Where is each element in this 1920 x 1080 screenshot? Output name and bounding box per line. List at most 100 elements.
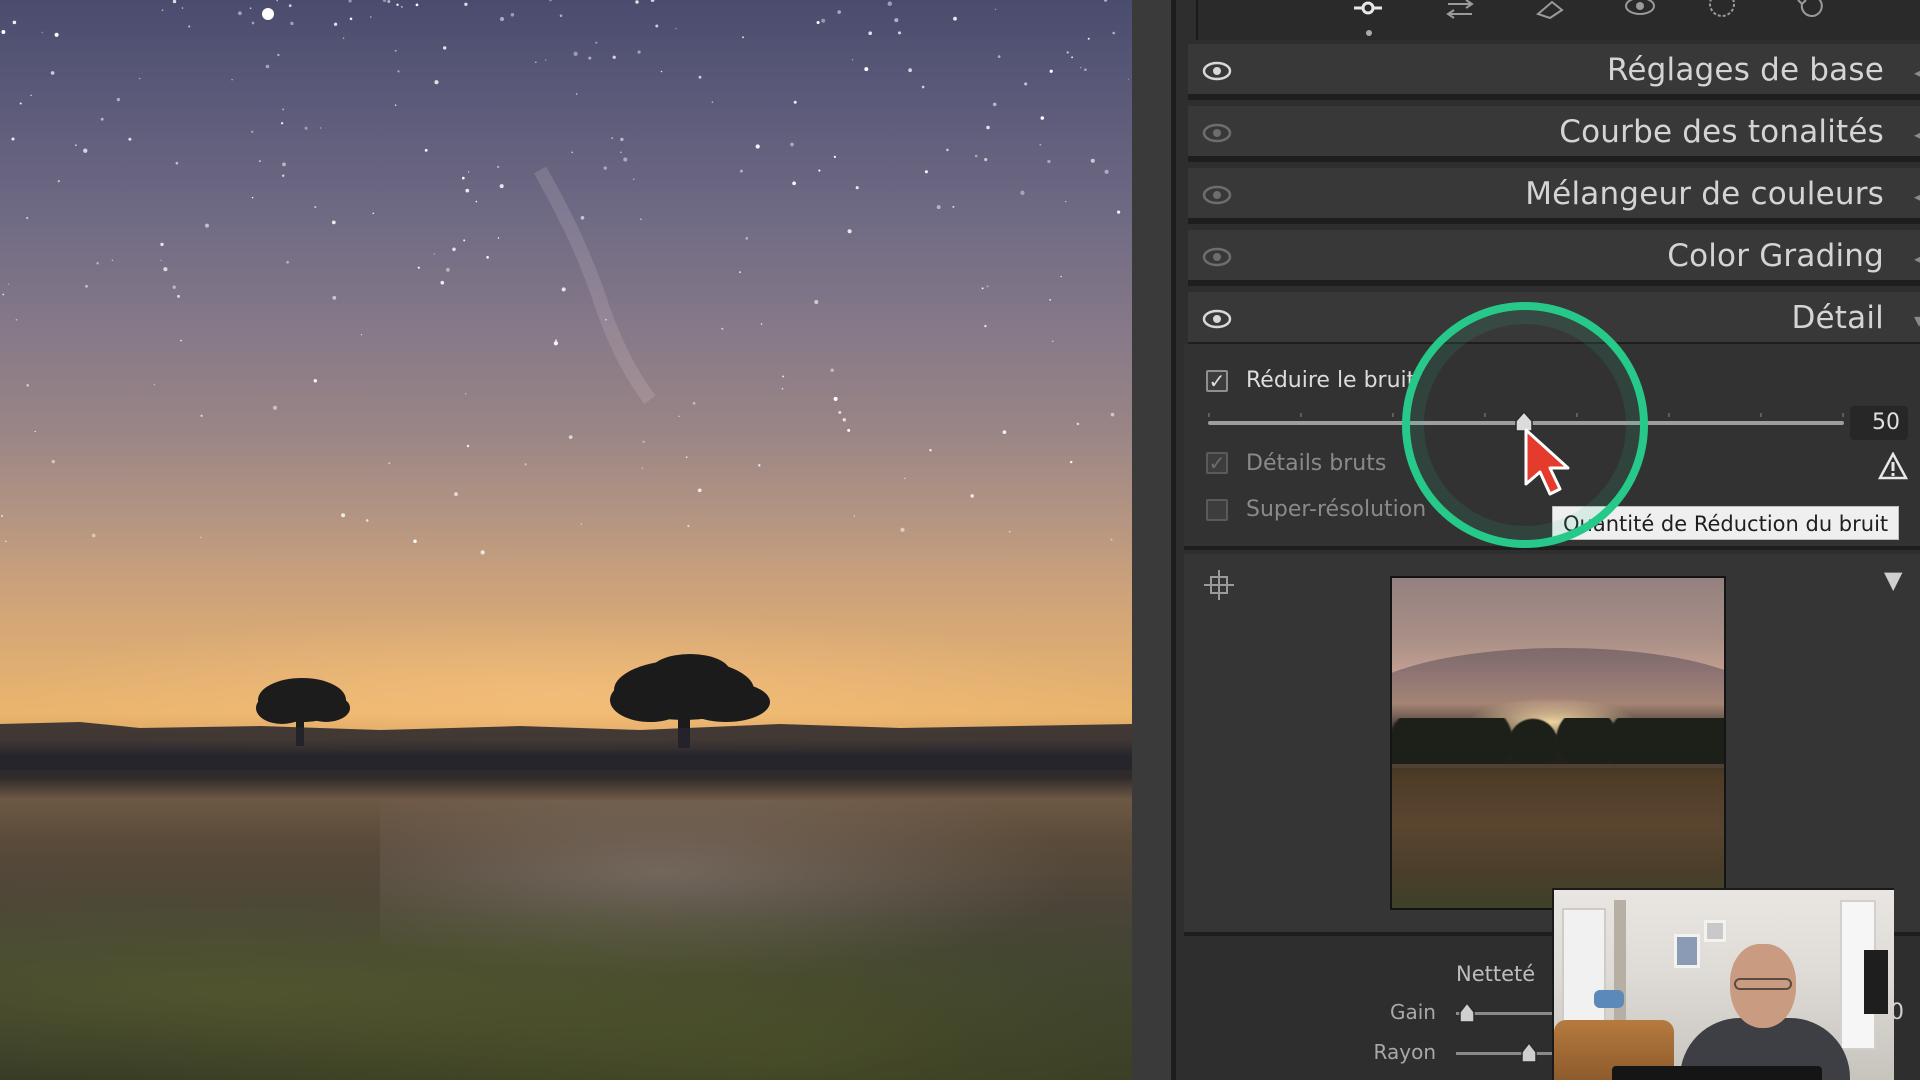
star	[205, 223, 209, 228]
star	[424, 148, 428, 152]
star	[908, 68, 912, 73]
star	[19, 102, 22, 105]
edit-sliders-icon[interactable]	[1350, 0, 1386, 22]
star	[497, 237, 500, 239]
star	[258, 160, 261, 163]
star	[5, 540, 7, 543]
star	[331, 220, 336, 225]
detail-preview-image[interactable]	[1390, 576, 1726, 910]
eye-icon[interactable]	[1202, 246, 1232, 268]
section-color-mixer[interactable]: Mélangeur de couleurs ◂	[1188, 168, 1920, 224]
star	[837, 10, 841, 14]
star	[692, 401, 696, 405]
transform-icon[interactable]	[1442, 0, 1478, 22]
star	[333, 22, 338, 26]
star	[580, 523, 582, 525]
star	[41, 31, 44, 34]
star	[553, 341, 559, 346]
highlight-ring	[1402, 302, 1648, 548]
star	[15, 318, 18, 321]
star	[349, 17, 353, 21]
radius-slider-track[interactable]	[1456, 1052, 1556, 1055]
star	[924, 170, 928, 174]
radius-slider-thumb[interactable]	[1520, 1042, 1538, 1064]
star	[475, 200, 478, 203]
panel-gutter[interactable]	[1132, 0, 1172, 1080]
star	[465, 188, 470, 193]
star	[153, 383, 156, 386]
star	[332, 296, 337, 300]
star	[1002, 430, 1007, 434]
preview-toggle-icon[interactable]: ▼	[1884, 566, 1902, 594]
star	[535, 61, 537, 64]
star	[464, 393, 467, 395]
healing-icon[interactable]	[1532, 0, 1568, 22]
collapse-caret-icon[interactable]: ◂	[1914, 184, 1920, 208]
star	[981, 287, 984, 290]
star	[466, 444, 470, 448]
star	[698, 75, 702, 79]
section-tone-curve[interactable]: Courbe des tonalités ◂	[1188, 106, 1920, 162]
section-basic[interactable]: Réglages de base ◂	[1188, 44, 1920, 100]
collapse-caret-icon[interactable]: ◂	[1914, 122, 1920, 146]
redeye-icon[interactable]	[1622, 0, 1658, 22]
star	[1047, 159, 1051, 164]
expand-caret-icon[interactable]: ▾	[1914, 308, 1920, 332]
star	[580, 215, 585, 220]
star	[281, 174, 285, 178]
star	[595, 41, 598, 44]
masking-icon[interactable]	[1704, 0, 1740, 22]
eye-icon[interactable]	[1202, 184, 1232, 206]
star	[128, 137, 132, 141]
star	[75, 144, 77, 146]
star	[739, 169, 743, 173]
warning-icon[interactable]	[1878, 452, 1908, 480]
star	[687, 524, 690, 528]
star	[26, 383, 30, 387]
reduce-noise-checkbox[interactable]: ✓	[1206, 370, 1228, 392]
star	[838, 411, 842, 414]
star	[54, 32, 59, 37]
preview-treeline	[1392, 718, 1724, 764]
star	[286, 260, 289, 264]
gain-slider-thumb[interactable]	[1458, 1002, 1476, 1024]
star	[851, 58, 854, 61]
eye-icon[interactable]	[1202, 122, 1232, 144]
raw-details-checkbox: ✓	[1206, 452, 1228, 474]
star	[781, 387, 784, 390]
star	[454, 492, 458, 497]
star	[496, 165, 500, 169]
collapse-caret-icon[interactable]: ◂	[1914, 60, 1920, 84]
star	[571, 151, 573, 154]
star	[26, 216, 29, 220]
star	[833, 396, 838, 401]
star	[397, 70, 400, 73]
eye-icon[interactable]	[1202, 308, 1232, 330]
star	[365, 519, 369, 522]
webcam-person-glasses	[1734, 978, 1792, 990]
star	[1049, 299, 1052, 301]
star	[172, 285, 176, 289]
star	[635, 0, 639, 4]
eye-icon[interactable]	[1202, 60, 1232, 82]
collapse-caret-icon[interactable]: ◂	[1914, 246, 1920, 270]
section-color-grading[interactable]: Color Grading ◂	[1188, 230, 1920, 286]
star	[34, 430, 36, 433]
section-title: Mélangeur de couleurs	[1525, 176, 1884, 212]
star	[994, 8, 997, 11]
history-icon[interactable]	[1794, 0, 1830, 22]
star	[620, 151, 622, 153]
super-resolution-label: Super-résolution	[1246, 497, 1427, 522]
star	[1052, 340, 1054, 342]
star	[1110, 412, 1115, 417]
star	[642, 440, 645, 443]
star	[818, 169, 821, 172]
star	[111, 259, 114, 262]
star	[711, 101, 714, 103]
star	[394, 104, 397, 106]
target-crosshair-icon[interactable]	[1204, 570, 1234, 600]
star	[288, 4, 292, 8]
star	[894, 18, 899, 23]
noise-reduction-value-field[interactable]: 50	[1850, 406, 1908, 440]
star	[467, 171, 470, 173]
